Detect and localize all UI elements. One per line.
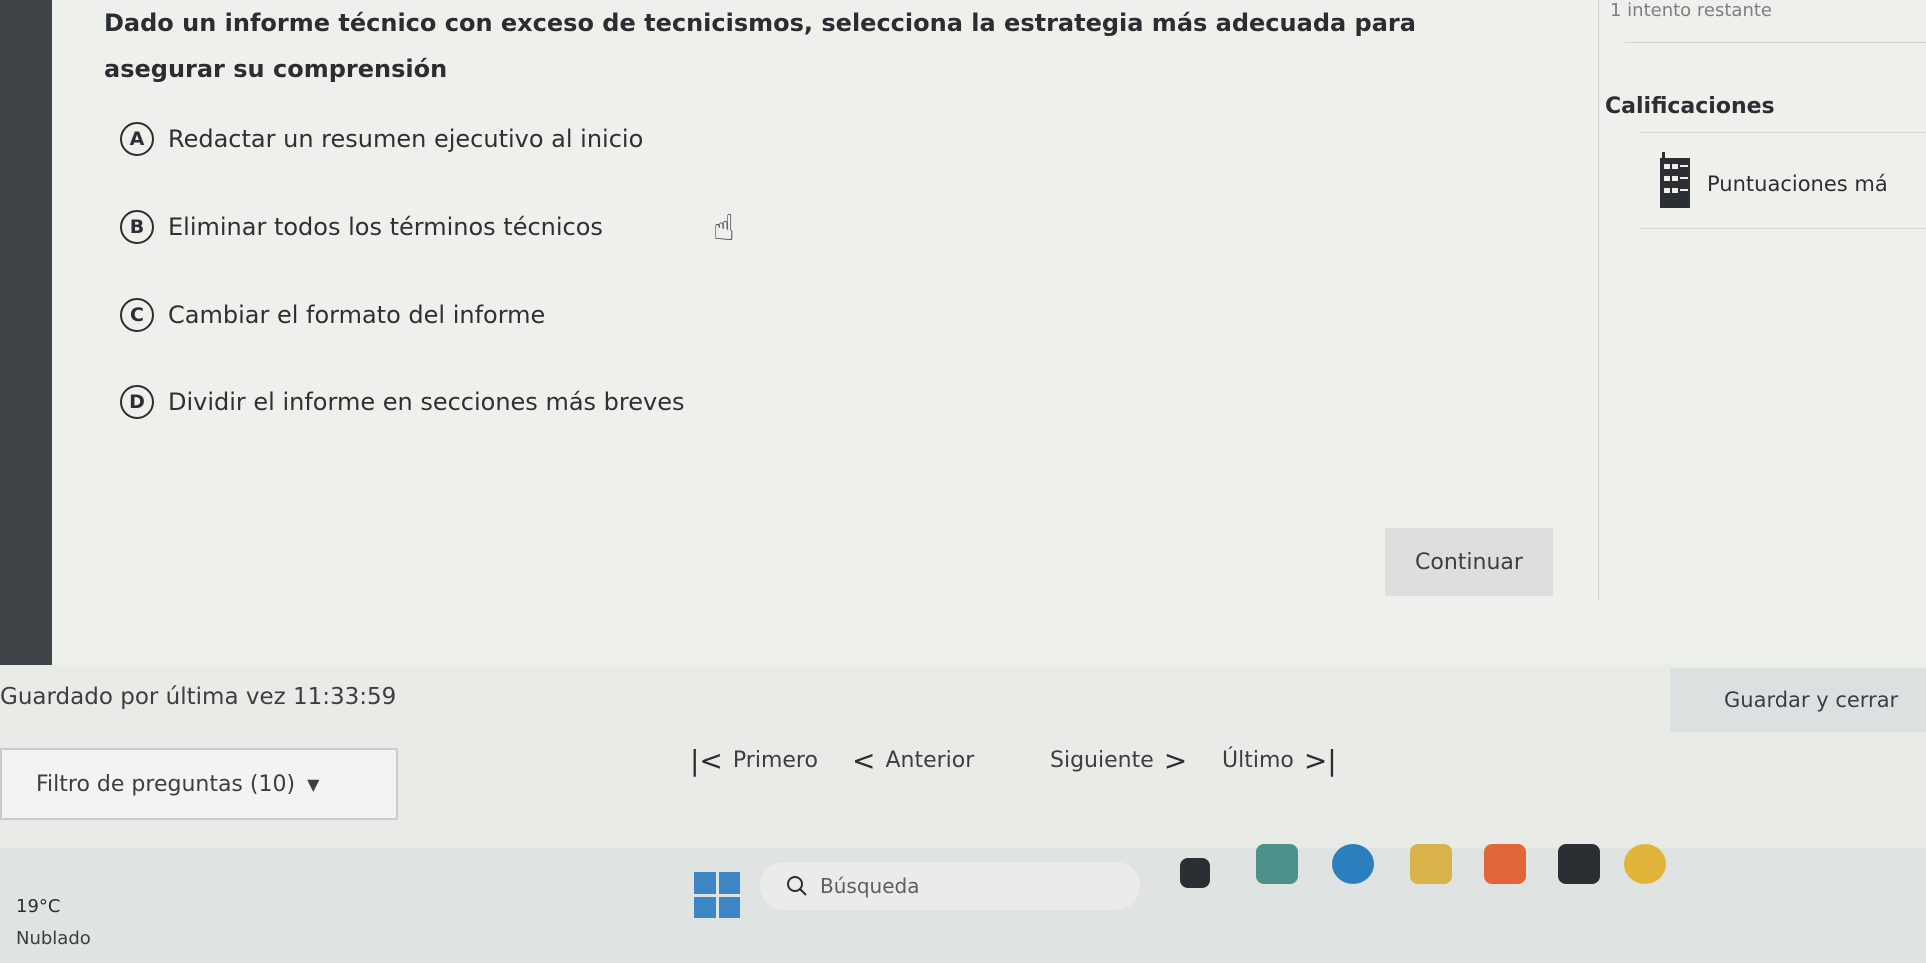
divider	[1625, 42, 1926, 43]
first-page-icon: |<	[690, 744, 723, 777]
option-letter: B	[120, 210, 154, 244]
last-saved-text: Guardado por última vez 11:33:59	[0, 684, 397, 710]
filter-label: Filtro de preguntas (10)	[36, 771, 296, 797]
nav-previous-label: Anterior	[885, 748, 975, 773]
right-panel-divider	[1598, 0, 1599, 600]
option-letter: A	[120, 122, 154, 156]
gradebook-icon	[1660, 152, 1690, 208]
edge-browser-icon[interactable]	[1332, 844, 1374, 884]
nav-previous-button[interactable]: < Anterior	[852, 744, 974, 777]
grades-title: Calificaciones	[1605, 94, 1775, 119]
question-filter-dropdown[interactable]: Filtro de preguntas (10) ▼	[0, 748, 398, 820]
option-text: Eliminar todos los términos técnicos	[168, 213, 603, 241]
nav-last-label: Último	[1222, 748, 1294, 773]
app-icon-photos[interactable]	[1256, 844, 1298, 884]
nav-next-button[interactable]: Siguiente >	[1050, 744, 1187, 777]
nav-next-label: Siguiente	[1050, 748, 1154, 773]
question-text: Dado un informe técnico con exceso de te…	[104, 9, 1416, 83]
option-text: Redactar un resumen ejecutivo al inicio	[168, 125, 644, 153]
option-text: Dividir el informe en secciones más brev…	[168, 388, 685, 416]
chrome-browser-icon[interactable]	[1624, 844, 1666, 884]
nav-last-button[interactable]: Último >|	[1222, 744, 1337, 777]
chevron-left-icon: <	[852, 744, 876, 777]
nav-first-label: Primero	[732, 748, 818, 773]
option-b[interactable]: B Eliminar todos los términos técnicos	[120, 210, 603, 244]
weather-description[interactable]: Nublado	[16, 928, 91, 949]
left-dark-strip	[0, 0, 52, 665]
search-placeholder: Búsqueda	[820, 874, 920, 898]
divider	[1640, 132, 1926, 133]
app-icon-files[interactable]	[1180, 858, 1210, 888]
windows-start-icon[interactable]	[694, 872, 740, 918]
scores-link[interactable]: Puntuaciones má	[1707, 172, 1888, 196]
option-a[interactable]: A Redactar un resumen ejecutivo al inici…	[120, 122, 643, 156]
nav-first-button[interactable]: |< Primero	[690, 744, 818, 777]
office-icon[interactable]	[1484, 844, 1526, 884]
divider	[1640, 228, 1926, 229]
save-and-close-button[interactable]: Guardar y cerrar	[1670, 668, 1926, 732]
file-explorer-icon[interactable]	[1410, 844, 1452, 884]
option-d[interactable]: D Dividir el informe en secciones más br…	[120, 385, 684, 419]
option-letter: C	[120, 298, 154, 332]
taskbar-search-box[interactable]: Búsqueda	[760, 862, 1140, 910]
hand-pointer-icon: ☝	[713, 208, 735, 249]
attempts-remaining: 1 intento restante	[1610, 0, 1772, 21]
option-letter: D	[120, 385, 154, 419]
media-player-icon[interactable]	[1558, 844, 1600, 884]
last-page-icon: >|	[1303, 744, 1337, 777]
caret-down-icon: ▼	[307, 774, 320, 794]
search-icon	[787, 876, 807, 896]
chevron-right-icon: >	[1163, 744, 1188, 777]
option-c[interactable]: C Cambiar el formato del informe	[120, 298, 545, 332]
weather-temperature[interactable]: 19°C	[16, 896, 60, 917]
option-text: Cambiar el formato del informe	[168, 301, 546, 329]
continue-button[interactable]: Continuar	[1385, 528, 1553, 596]
